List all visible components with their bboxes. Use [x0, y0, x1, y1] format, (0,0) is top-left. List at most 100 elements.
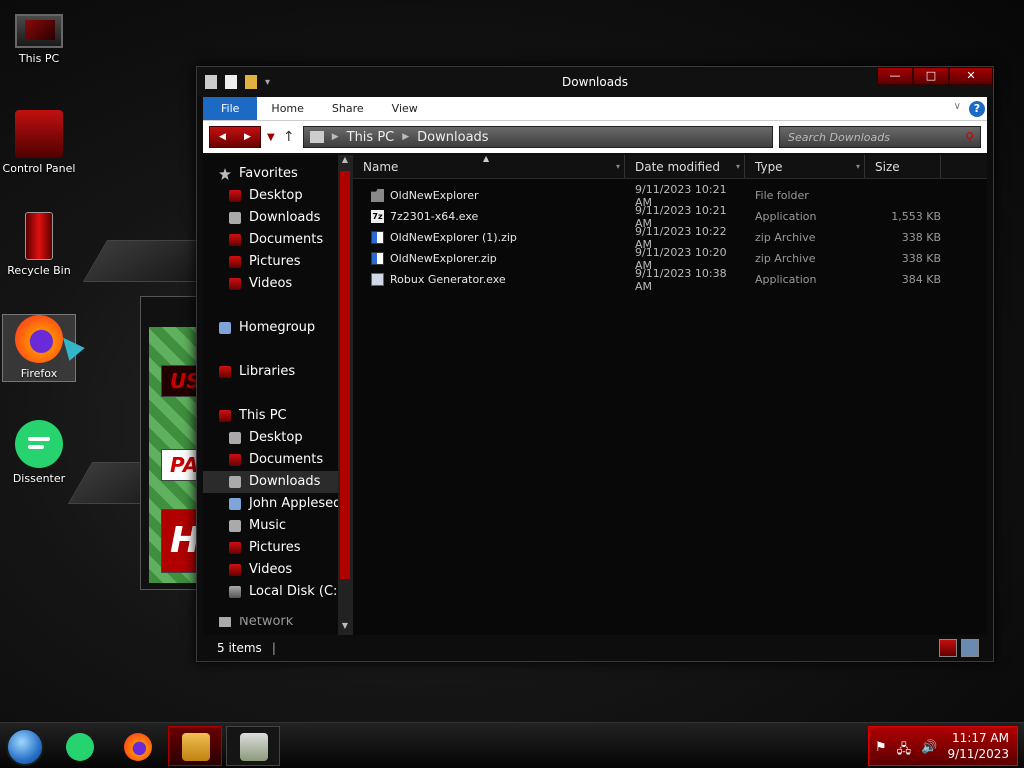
search-placeholder: Search Downloads [788, 130, 890, 144]
breadcrumb-this-pc[interactable]: This PC [347, 130, 395, 145]
column-header-label: Type [755, 160, 783, 174]
breadcrumb-downloads[interactable]: Downloads [417, 130, 488, 145]
navigation-pane: Favorites Desktop Downloads Documents Pi… [203, 155, 353, 635]
column-header-size[interactable]: Size [865, 155, 941, 178]
scroll-up-icon[interactable]: ▲ [338, 155, 352, 169]
navigation-bar: ◀ ▶ ▼ ↑ ▶ This PC ▶ Downloads Search Dow… [203, 121, 987, 153]
volume-icon[interactable]: 🔊 [921, 740, 937, 762]
clock[interactable]: 11:17 AM 9/11/2023 [947, 730, 1009, 762]
taskbar-money-app[interactable] [226, 726, 280, 766]
up-button[interactable]: ↑ [281, 129, 297, 145]
nav-item-videos[interactable]: Videos [203, 273, 352, 295]
close-button[interactable]: ✕ [949, 67, 993, 85]
nav-item-label: Desktop [249, 430, 303, 445]
desktop-icon-recycle-bin[interactable]: Recycle Bin [2, 212, 76, 277]
nav-item-pictures[interactable]: Pictures [203, 537, 352, 559]
nav-item-downloads[interactable]: Downloads [203, 207, 352, 229]
file-type: Application [755, 273, 817, 286]
search-box[interactable]: Search Downloads ⚲ [779, 126, 981, 148]
documents-icon [229, 234, 241, 246]
nav-item-desktop[interactable]: Desktop [203, 185, 352, 207]
nav-item-desktop[interactable]: Desktop [203, 427, 352, 449]
help-icon[interactable]: ? [969, 101, 985, 117]
file-size: 384 KB [901, 273, 941, 286]
search-icon[interactable]: ⚲ [965, 130, 974, 144]
background-window[interactable]: US PA H [140, 296, 204, 590]
back-button[interactable]: ◀ [210, 127, 235, 147]
file-type: Application [755, 210, 817, 223]
column-header-type[interactable]: Type ▾ [745, 155, 865, 178]
nav-item-homegroup[interactable]: Homegroup [203, 317, 352, 339]
nav-item-label: Desktop [249, 188, 303, 203]
breadcrumb-separator-icon: ▶ [402, 132, 410, 142]
column-header-name[interactable]: Name ▲ ▾ [353, 154, 625, 179]
column-header-label: Name [363, 160, 399, 174]
file-row[interactable]: Robux Generator.exe 9/11/2023 10:38 AM A… [353, 267, 987, 293]
expand-ribbon-icon[interactable]: ∨ [954, 101, 961, 112]
start-orb-icon[interactable] [6, 728, 44, 766]
action-center-flag-icon[interactable]: ⚑ [875, 740, 887, 762]
minimize-button[interactable]: — [877, 67, 913, 85]
column-filter-icon[interactable]: ▾ [736, 155, 740, 179]
desktop-icon-control-panel[interactable]: Control Panel [2, 110, 76, 175]
nav-spacer [203, 339, 352, 361]
address-bar[interactable]: ▶ This PC ▶ Downloads [302, 126, 773, 148]
desktop-icon [229, 432, 241, 444]
network-icon[interactable]: 🖧 [897, 740, 912, 762]
nav-item-documents[interactable]: Documents [203, 449, 352, 471]
this-pc-icon [219, 410, 231, 422]
money-app-icon [240, 733, 268, 761]
maximize-button[interactable]: □ [913, 67, 949, 85]
file-name: OldNewExplorer (1).zip [390, 231, 517, 244]
nav-item-local-disk[interactable]: Local Disk (C:) [203, 581, 352, 603]
network-icon [219, 617, 231, 627]
tab-home[interactable]: Home [257, 97, 317, 120]
column-filter-icon[interactable]: ▾ [856, 155, 860, 179]
nav-item-documents[interactable]: Documents [203, 229, 352, 251]
nav-item-libraries[interactable]: Libraries [203, 361, 352, 383]
star-icon [219, 168, 231, 180]
nav-item-videos[interactable]: Videos [203, 559, 352, 581]
nav-item-label: Downloads [249, 210, 321, 225]
nav-item-user-folder[interactable]: John Applesed ( [203, 493, 352, 515]
nav-item-label: Videos [249, 562, 293, 577]
column-filter-icon[interactable]: ▾ [616, 155, 620, 179]
nav-item-favorites[interactable]: Favorites [203, 163, 352, 185]
clock-date: 9/11/2023 [947, 747, 1009, 761]
recent-locations-button[interactable]: ▼ [267, 132, 275, 143]
title-bar[interactable]: ▾ Downloads — □ ✕ [197, 67, 993, 97]
nav-item-music[interactable]: Music [203, 515, 352, 537]
status-divider: | [271, 641, 276, 655]
desktop-icon-this-pc[interactable]: This PC [2, 8, 76, 65]
desktop-icon-label: This PC [18, 52, 60, 65]
nav-item-this-pc[interactable]: This PC [203, 405, 352, 427]
nav-spacer [203, 383, 352, 405]
taskbar-file-explorer[interactable] [168, 726, 222, 766]
column-headers: Name ▲ ▾ Date modified ▾ Type ▾ Size [353, 154, 987, 179]
desktop-icon-dissenter[interactable]: Dissenter [2, 420, 76, 485]
scroll-down-icon[interactable]: ▼ [338, 621, 352, 635]
nav-item-label: Music [249, 518, 286, 533]
taskbar-dissenter[interactable] [52, 726, 106, 766]
file-explorer-icon [182, 733, 210, 761]
nav-item-label: Homegroup [239, 320, 316, 335]
file-name: OldNewExplorer.zip [390, 252, 497, 265]
tab-share[interactable]: Share [318, 97, 378, 120]
pictures-icon [229, 542, 241, 554]
nav-item-pictures[interactable]: Pictures [203, 251, 352, 273]
nav-item-downloads-selected[interactable]: Downloads [203, 471, 352, 493]
documents-icon [229, 454, 241, 466]
nav-scrollbar[interactable]: ▲ ▼ [338, 155, 352, 635]
taskbar-firefox[interactable] [110, 726, 164, 766]
tab-file[interactable]: File [203, 97, 258, 120]
column-header-date[interactable]: Date modified ▾ [625, 155, 745, 178]
details-view-icon[interactable] [939, 639, 957, 657]
scrollbar-thumb[interactable] [340, 171, 350, 579]
nav-item-label: Videos [249, 276, 293, 291]
application-icon [371, 273, 384, 286]
nav-item-label: Local Disk (C:) [249, 584, 343, 599]
tab-view[interactable]: View [378, 97, 432, 120]
nav-item-network[interactable]: Network [203, 617, 352, 627]
forward-button[interactable]: ▶ [235, 127, 260, 147]
large-icons-view-icon[interactable] [961, 639, 979, 657]
